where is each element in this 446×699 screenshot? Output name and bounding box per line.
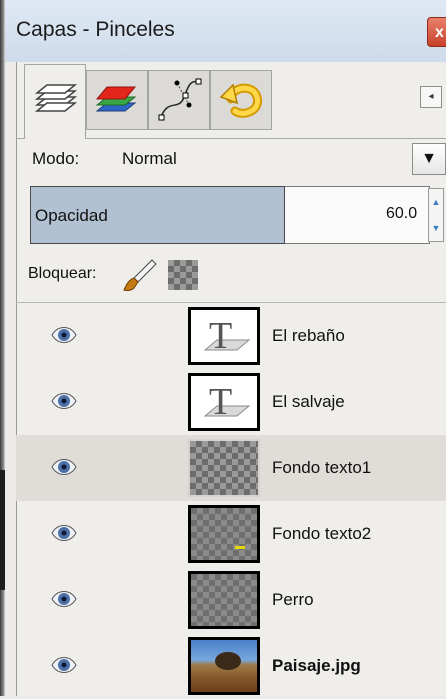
eye-icon[interactable] — [50, 391, 78, 411]
eye-icon[interactable] — [50, 589, 78, 609]
lock-pixels-brush-icon[interactable] — [122, 258, 158, 292]
eye-icon[interactable] — [50, 523, 78, 543]
spin-up-icon[interactable]: ▲ — [429, 189, 443, 215]
text-layer-icon: T — [203, 315, 251, 357]
layer-name[interactable]: El rebaño — [272, 326, 345, 346]
layer-row[interactable]: Paisaje.jpg — [16, 633, 446, 699]
svg-text:T: T — [209, 381, 232, 423]
mode-label: Modo: — [32, 149, 80, 168]
tab-paths[interactable] — [148, 70, 210, 130]
close-button[interactable]: x — [427, 17, 446, 47]
mode-dropdown-button[interactable]: ▼ — [412, 143, 446, 175]
tab-menu-button[interactable]: ◂ — [420, 86, 442, 108]
mode-row: Modo: Normal ▼ — [16, 140, 446, 180]
dialog-titlebar[interactable]: Capas - Pinceles x — [5, 0, 446, 62]
eye-icon[interactable] — [50, 655, 78, 675]
text-layer-icon: T — [203, 381, 251, 423]
opacity-value[interactable]: 60.0 — [386, 205, 417, 223]
opacity-slider[interactable]: Opacidad — [30, 186, 285, 244]
layer-row[interactable]: Fondo texto2 — [16, 501, 446, 567]
lock-alpha-checker-icon[interactable] — [168, 260, 198, 290]
lock-row: Bloquear: — [16, 256, 446, 294]
opacity-row: Opacidad 60.0 ▲ ▼ — [16, 186, 446, 246]
lock-label: Bloquear: — [28, 265, 97, 282]
text-layer-thumbnail: T — [188, 307, 260, 365]
layer-name[interactable]: El salvaje — [272, 392, 345, 412]
image-layer-thumbnail — [188, 637, 260, 695]
opacity-spinner[interactable]: ▲ ▼ — [428, 188, 444, 242]
text-layer-thumbnail: T — [188, 373, 260, 431]
layer-row[interactable]: Perro — [16, 567, 446, 633]
layer-thumbnail — [188, 505, 260, 563]
layers-list: T El rebaño T El salvaje Fondo texto1 Fo… — [16, 302, 446, 697]
channels-tab-icon — [95, 86, 137, 112]
tab-undo-history[interactable] — [210, 70, 272, 130]
tab-layers[interactable] — [24, 64, 86, 139]
layer-name[interactable]: Paisaje.jpg — [272, 656, 361, 676]
layer-row[interactable]: T El salvaje — [16, 369, 446, 435]
dock-tabs: ◂ — [16, 62, 446, 139]
dialog-title: Capas - Pinceles — [16, 18, 175, 41]
eye-icon[interactable] — [50, 325, 78, 345]
layer-thumbnail — [188, 571, 260, 629]
layer-name[interactable]: Fondo texto2 — [272, 524, 371, 544]
layers-tab-icon — [34, 84, 78, 112]
layer-name[interactable]: Perro — [272, 590, 314, 610]
layer-thumbnail — [188, 439, 260, 497]
window-edge-scrollbar[interactable] — [0, 0, 5, 696]
scrollbar-thumb[interactable] — [0, 470, 5, 590]
opacity-label: Opacidad — [35, 206, 108, 225]
layer-row[interactable]: T El rebaño — [16, 303, 446, 369]
svg-text:T: T — [209, 315, 232, 357]
mode-value[interactable]: Normal — [122, 149, 177, 169]
eye-icon[interactable] — [50, 457, 78, 477]
paths-tab-icon — [158, 78, 202, 121]
layer-name[interactable]: Fondo texto1 — [272, 458, 371, 478]
spin-down-icon[interactable]: ▼ — [429, 215, 443, 241]
layer-row-selected[interactable]: Fondo texto1 — [16, 435, 446, 501]
tab-channels[interactable] — [86, 70, 148, 130]
undo-history-tab-icon — [219, 83, 263, 118]
